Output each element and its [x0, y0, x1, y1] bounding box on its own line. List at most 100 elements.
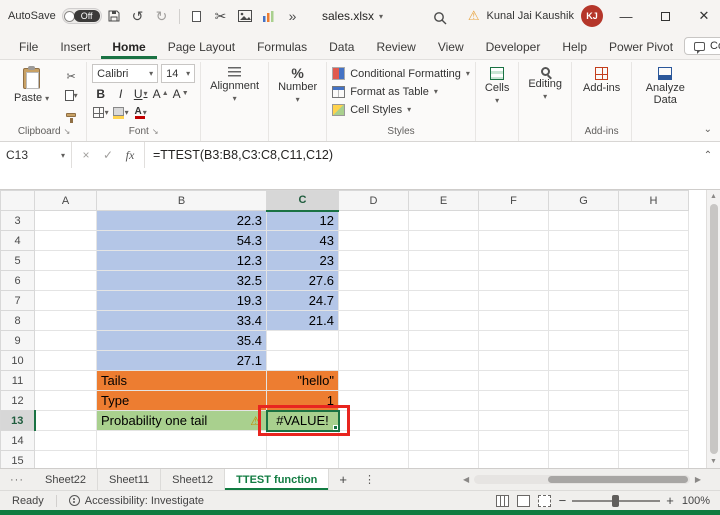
format-as-table-button[interactable]: Format as Table ▾	[332, 83, 470, 100]
cell-C9[interactable]	[266, 330, 339, 351]
cell-E10[interactable]	[408, 350, 479, 371]
cell-E12[interactable]	[408, 390, 479, 411]
cell-C7[interactable]: 24.7	[266, 290, 339, 311]
scroll-up-icon[interactable]: ▲	[710, 190, 717, 203]
cell-G4[interactable]	[548, 230, 619, 251]
row-header-14[interactable]: 14	[0, 430, 35, 451]
cell-A9[interactable]	[34, 330, 97, 351]
cell-F10[interactable]	[478, 350, 549, 371]
cell-C11[interactable]: "hello"	[266, 370, 339, 391]
row-header-10[interactable]: 10	[0, 350, 35, 371]
horizontal-scroll-track[interactable]	[474, 475, 690, 484]
cell-G9[interactable]	[548, 330, 619, 351]
cell-F14[interactable]	[478, 430, 549, 451]
cell-F15[interactable]	[478, 450, 549, 468]
row-header-13[interactable]: 13	[0, 410, 36, 431]
cell-G5[interactable]	[548, 250, 619, 271]
horizontal-scroll-thumb[interactable]	[547, 476, 688, 483]
qat-overflow-button[interactable]: »	[281, 3, 305, 29]
cell-A12[interactable]	[34, 390, 97, 411]
vertical-scroll-thumb[interactable]	[709, 204, 718, 454]
zoom-level[interactable]: 100%	[682, 495, 710, 507]
cell-C14[interactable]	[266, 430, 339, 451]
cell-H13[interactable]	[618, 410, 689, 431]
confirm-entry-button[interactable]: ✓	[98, 148, 118, 162]
sheet-tab-sheet22[interactable]: Sheet22	[34, 469, 98, 490]
dialog-launcher-icon[interactable]: ↘	[64, 127, 71, 136]
cell-H11[interactable]	[618, 370, 689, 391]
format-painter-button[interactable]	[61, 106, 81, 123]
column-header-G[interactable]: G	[548, 190, 619, 211]
cell-E15[interactable]	[408, 450, 479, 468]
sheet-tab-sheet11[interactable]: Sheet11	[98, 469, 162, 490]
cell-A8[interactable]	[34, 310, 97, 331]
cell-D13[interactable]	[338, 410, 409, 431]
minimize-button[interactable]: —	[610, 0, 642, 32]
horizontal-scrollbar[interactable]: ◀ ▶	[458, 469, 720, 490]
ribbon-tab-insert[interactable]: Insert	[49, 34, 101, 59]
cell-E11[interactable]	[408, 370, 479, 391]
ribbon-tab-review[interactable]: Review	[365, 34, 426, 59]
ribbon-tab-data[interactable]: Data	[318, 34, 365, 59]
editing-group-button[interactable]: Editing ▾	[519, 62, 572, 141]
cell-E4[interactable]	[408, 230, 479, 251]
select-all-corner[interactable]	[0, 190, 35, 211]
collapse-ribbon-button[interactable]: ⌄	[704, 124, 712, 135]
cell-D4[interactable]	[338, 230, 409, 251]
conditional-formatting-button[interactable]: Conditional Formatting ▾	[332, 65, 470, 82]
cell-E8[interactable]	[408, 310, 479, 331]
cell-E6[interactable]	[408, 270, 479, 291]
row-header-5[interactable]: 5	[0, 250, 35, 271]
formula-bar-expand-button[interactable]: ⌃	[696, 142, 720, 168]
cell-A6[interactable]	[34, 270, 97, 291]
cell-F8[interactable]	[478, 310, 549, 331]
cell-D11[interactable]	[338, 370, 409, 391]
cell-D6[interactable]	[338, 270, 409, 291]
cell-F5[interactable]	[478, 250, 549, 271]
cell-H15[interactable]	[618, 450, 689, 468]
image-qat-button[interactable]	[233, 3, 257, 29]
cell-G7[interactable]	[548, 290, 619, 311]
cell-A11[interactable]	[34, 370, 97, 391]
notification-warning-icon[interactable]: ⚠	[468, 8, 480, 24]
cell-F13[interactable]	[478, 410, 549, 431]
cell-B4[interactable]: 54.3	[96, 230, 267, 251]
font-name-combobox[interactable]: Calibri ▾	[92, 64, 159, 83]
column-header-E[interactable]: E	[408, 190, 479, 211]
cell-B14[interactable]	[96, 430, 267, 451]
cancel-entry-button[interactable]: ×	[76, 148, 96, 162]
cell-H14[interactable]	[618, 430, 689, 451]
zoom-slider[interactable]	[572, 494, 661, 507]
row-header-12[interactable]: 12	[0, 390, 35, 411]
cell-H4[interactable]	[618, 230, 689, 251]
save-button[interactable]	[102, 3, 126, 29]
cell-B7[interactable]: 19.3	[96, 290, 267, 311]
cut-button[interactable]: ✂	[61, 68, 81, 85]
zoom-out-button[interactable]: −	[559, 494, 567, 507]
cell-H9[interactable]	[618, 330, 689, 351]
cell-B9[interactable]: 35.4	[96, 330, 267, 351]
cell-G10[interactable]	[548, 350, 619, 371]
cell-A14[interactable]	[34, 430, 97, 451]
decrease-font-button[interactable]: A ▼	[172, 85, 189, 102]
account-name[interactable]: Kunal Jai Kaushik	[487, 10, 574, 22]
cell-C10[interactable]	[266, 350, 339, 371]
cell-H12[interactable]	[618, 390, 689, 411]
sheet-options-button[interactable]: ⋮	[357, 469, 382, 490]
chart-qat-button[interactable]	[257, 3, 281, 29]
fill-handle[interactable]	[333, 425, 338, 430]
cell-A4[interactable]	[34, 230, 97, 251]
row-header-11[interactable]: 11	[0, 370, 35, 391]
increase-font-button[interactable]: A ▲	[152, 85, 169, 102]
cell-B5[interactable]: 12.3	[96, 250, 267, 271]
vertical-scrollbar[interactable]: ▲ ▼	[706, 190, 720, 468]
cell-C6[interactable]: 27.6	[266, 270, 339, 291]
insert-function-button[interactable]: fx	[120, 148, 140, 163]
column-header-F[interactable]: F	[478, 190, 549, 211]
cell-A13[interactable]	[34, 410, 97, 431]
autosave-control[interactable]: AutoSave Off	[8, 8, 102, 24]
cell-H10[interactable]	[618, 350, 689, 371]
bold-button[interactable]: B	[92, 85, 109, 102]
cell-A3[interactable]	[34, 210, 97, 231]
cell-E13[interactable]	[408, 410, 479, 431]
